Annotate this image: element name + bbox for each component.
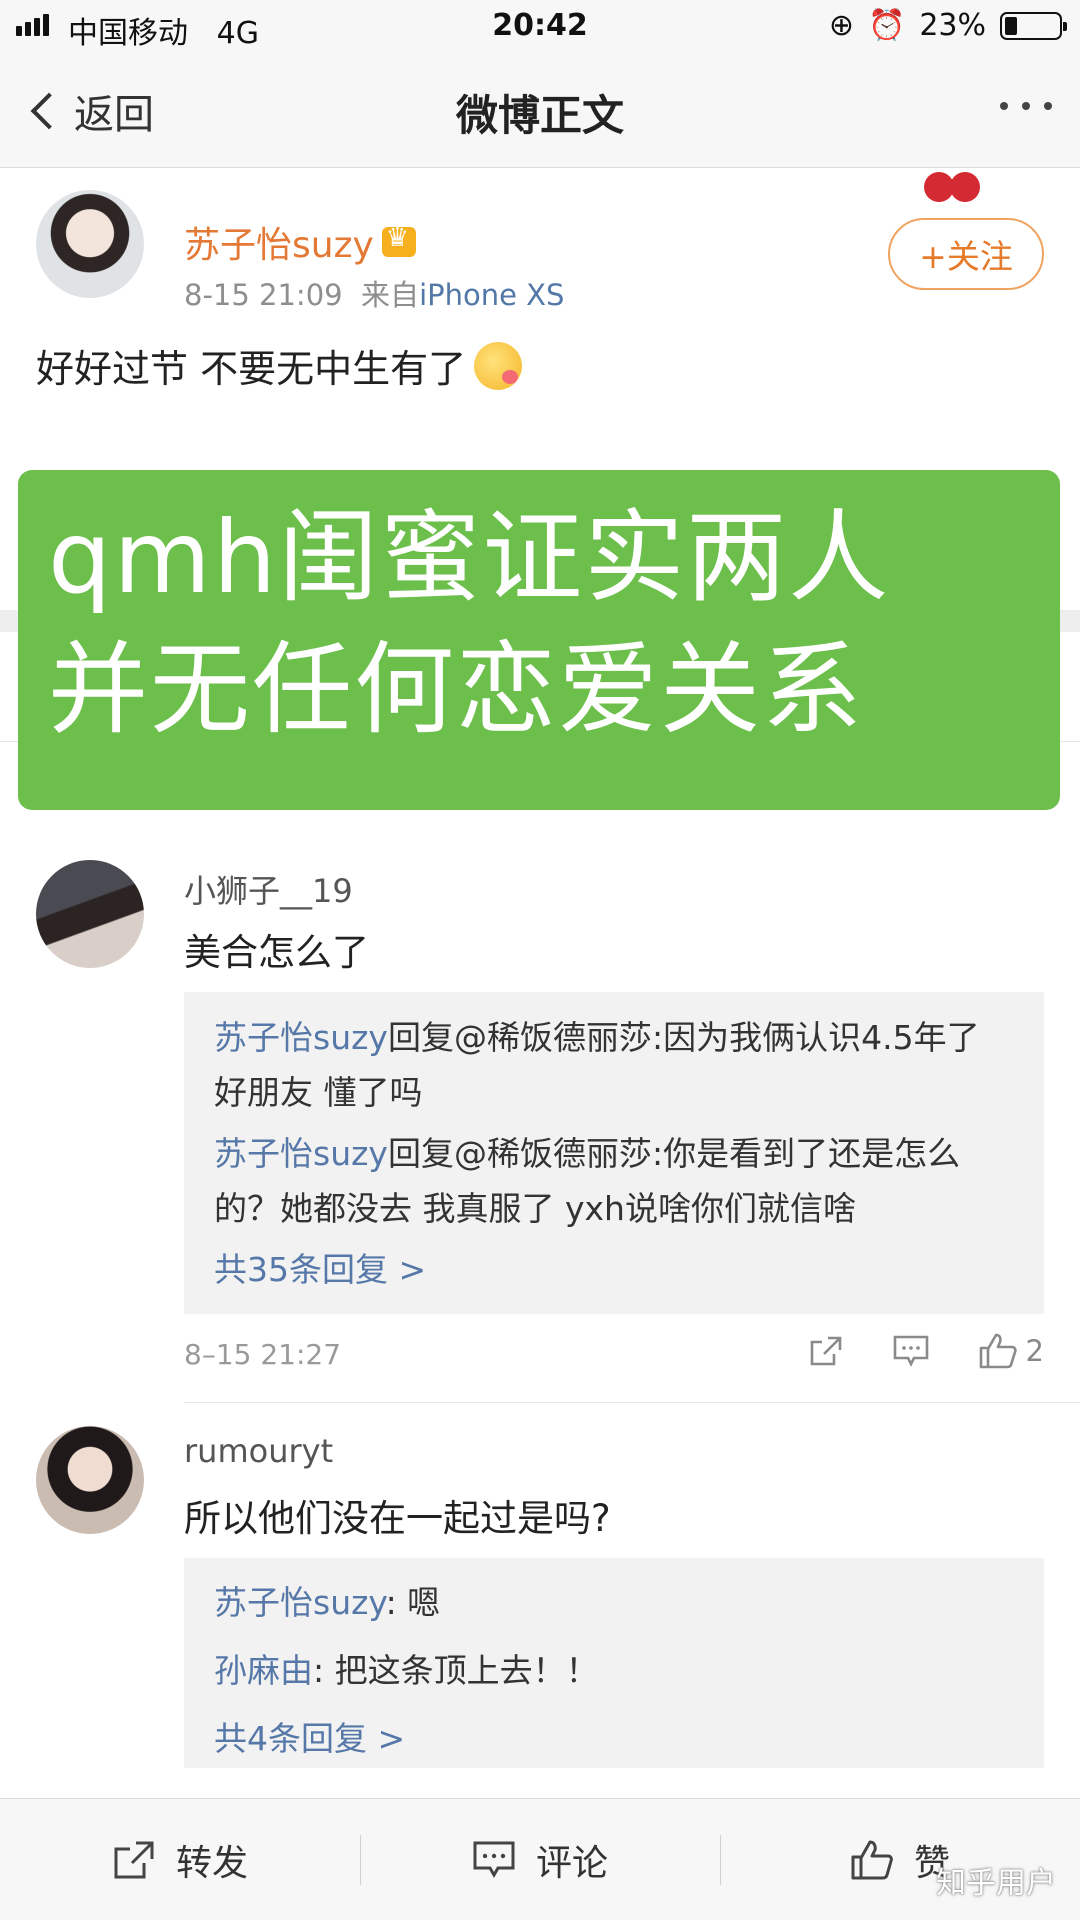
thumbs-up-icon (979, 1333, 1017, 1369)
orientation-lock-icon: ⊕ (828, 8, 854, 43)
comment-item: 小狮子__19 美合怎么了 苏子怡suzy回复@稀饭德丽莎:因为我俩认识4.5年… (0, 860, 1080, 1400)
comment-time: 8–15 21:27 (184, 1338, 342, 1371)
headline-banner: qmh闺蜜证实两人 并无任何恋爱关系 (18, 470, 1060, 810)
comment-label: 评论 (535, 1842, 608, 1884)
status-bar: 中国移动 4G 20:42 ⊕ ⏰ 23% (0, 0, 1080, 52)
reply-text: : 嗯 (385, 1583, 441, 1622)
commenter-avatar[interactable] (36, 860, 144, 968)
reply-author[interactable]: 苏子怡suzy (214, 1134, 388, 1173)
commenter-name[interactable]: 小狮子__19 (184, 866, 353, 912)
banner-line-1: qmh闺蜜证实两人 (48, 499, 891, 616)
vip-crown-icon (381, 223, 416, 257)
nav-bar: 返回 微博正文 (0, 52, 1080, 168)
share-icon[interactable] (808, 1334, 844, 1368)
repost-button[interactable]: 转发 (0, 1799, 360, 1920)
commenter-avatar[interactable] (36, 1426, 144, 1534)
reply-text: : 把这条顶上去！！ (313, 1651, 599, 1690)
comment-button[interactable]: 评论 (360, 1799, 720, 1920)
thumbs-up-icon (851, 1840, 893, 1879)
author-name: 苏子怡suzy (184, 225, 374, 266)
more-replies-link[interactable]: 共35条回复 > (214, 1242, 1014, 1297)
comment-divider (184, 1402, 1080, 1403)
post-source[interactable]: iPhone XS (419, 278, 564, 312)
banner-line-2: 并无任何恋爱关系 (48, 631, 864, 748)
comment-icon[interactable] (892, 1334, 930, 1368)
reply-item: 孙麻由: 把这条顶上去！！ (214, 1640, 1014, 1702)
reply-author[interactable]: 苏子怡suzy (214, 1018, 388, 1057)
more-replies-link[interactable]: 共4条回复 > (214, 1708, 1014, 1770)
alarm-icon: ⏰ (867, 8, 906, 43)
comment-icon (473, 1841, 515, 1878)
post-text: 好好过节 不要无中生有了 (36, 338, 523, 393)
reply-item: 苏子怡suzy: 嗯 (214, 1572, 1014, 1634)
share-icon (114, 1841, 154, 1878)
comment-text: 美合怎么了 (184, 931, 369, 974)
zhihu-watermark: 知乎用户 (936, 1866, 1056, 1901)
status-right: ⊕ ⏰ 23% (828, 8, 1067, 43)
comment-actions: 2 (808, 1332, 1044, 1370)
author-avatar[interactable] (36, 190, 144, 298)
reply-author[interactable]: 苏子怡suzy (214, 1583, 386, 1622)
like-button[interactable]: 2 (978, 1332, 1044, 1370)
commenter-name[interactable]: rumouryt (184, 1432, 333, 1470)
repost-label: 转发 (175, 1842, 248, 1884)
reply-box[interactable]: 苏子怡suzy回复@稀饭德丽莎:因为我俩认识4.5年了 好朋友 懂了吗 苏子怡s… (184, 992, 1044, 1314)
post-meta: 8-15 21:09 来自iPhone XS (184, 272, 564, 314)
comment-footer: 8–15 21:27 2 (184, 1333, 1044, 1371)
reply-item: 苏子怡suzy回复@稀饭德丽莎:因为我俩认识4.5年了 好朋友 懂了吗 (214, 1010, 1014, 1120)
comment-item: rumouryt 所以他们没在一起过是吗? 苏子怡suzy: 嗯 孙麻由: 把这… (0, 1426, 1080, 1768)
bottom-toolbar: 转发 评论 赞 (0, 1798, 1080, 1920)
reply-box[interactable]: 苏子怡suzy: 嗯 孙麻由: 把这条顶上去！！ 共4条回复 > (184, 1558, 1044, 1768)
reply-item: 苏子怡suzy回复@稀饭德丽莎:你是看到了还是怎么的？她都没去 我真服了 yxh… (214, 1126, 1014, 1236)
post-body: 好好过节 不要无中生有了 (36, 347, 467, 391)
more-dots-icon[interactable] (1000, 102, 1052, 110)
page-title: 微博正文 (455, 91, 624, 140)
post-time: 8-15 21:09 (184, 278, 343, 312)
battery-icon (1000, 11, 1067, 40)
source-prefix: 来自 (361, 278, 420, 312)
battery-percent: 23% (919, 8, 986, 43)
minnie-bow-decoration (924, 168, 980, 208)
post-author[interactable]: 苏子怡suzy (184, 216, 416, 268)
like-count: 2 (1025, 1334, 1044, 1368)
reply-author[interactable]: 孙麻由 (214, 1651, 313, 1690)
follow-button[interactable]: +关注 (888, 218, 1044, 290)
shy-emoji-icon (474, 341, 523, 390)
comment-text: 所以他们没在一起过是吗? (184, 1497, 611, 1540)
